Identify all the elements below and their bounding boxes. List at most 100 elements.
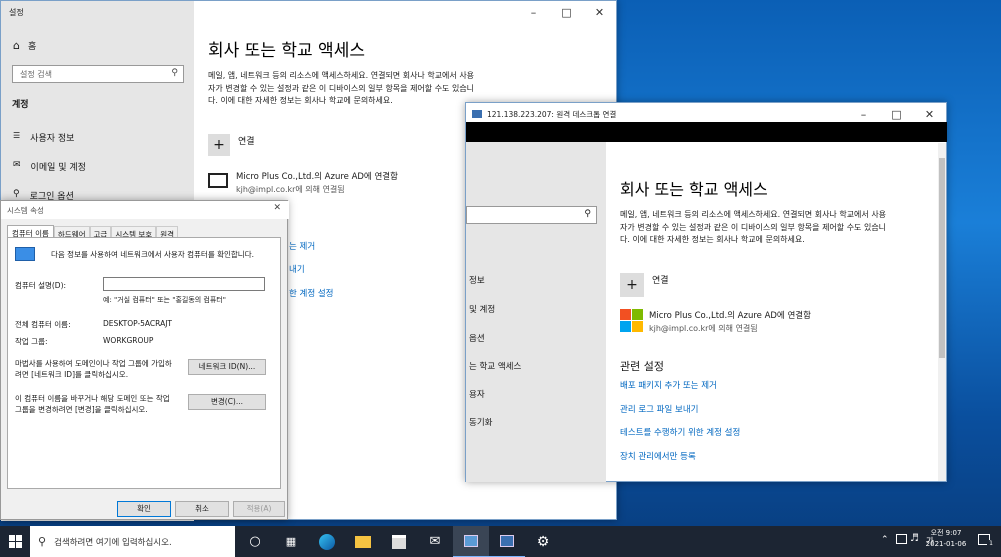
rdp-title: 121.138.223.207: 원격 데스크톱 연결: [487, 109, 617, 119]
sysprops-titlebar[interactable]: 시스템 속성: [1, 201, 289, 219]
change-text: 이 컴퓨터 이름을 바꾸거나 해당 도메인 또는 작업 그룹을 변경하려면 [변…: [15, 394, 170, 414]
cortana-icon[interactable]: ○: [237, 526, 273, 557]
remote-desktop-taskbar-icon[interactable]: [489, 526, 525, 557]
page-description: 메일, 앱, 네트워크 등의 리소스에 액세스하세요. 연결되면 회사나 학교에…: [208, 71, 475, 105]
rdp-nav-5[interactable]: 동기화: [469, 416, 492, 428]
computer-description-input[interactable]: [103, 277, 265, 291]
notification-count-badge: 1: [987, 540, 995, 548]
settings-search-input[interactable]: 설정 검색 ⚲: [12, 65, 184, 83]
windows-logo-icon: [8, 535, 22, 548]
account-sub: kjh@impl.co.kr에 의해 연결됨: [649, 324, 758, 333]
partial-link-test[interactable]: 한 계정 설정: [289, 287, 334, 299]
change-button[interactable]: 변경(C)...: [188, 394, 266, 410]
home-nav-item[interactable]: ⌂ 홈: [13, 39, 36, 52]
fullname-label: 전체 컴퓨터 이름:: [15, 320, 71, 329]
rdp-scrollbar[interactable]: [938, 143, 946, 481]
mail-icon: ✉: [13, 160, 21, 170]
home-label: 홈: [27, 42, 37, 52]
search-icon: ⚲: [171, 68, 178, 78]
intro-text: 다음 정보를 사용하여 네트워크에서 사용자 컴퓨터를 확인합니다.: [51, 250, 254, 259]
system-properties-dialog: 시스템 속성 ✕ 컴퓨터 이름 하드웨어 고급 시스템 보호 원격 다음 정보를…: [0, 200, 289, 520]
rdp-connect-button[interactable]: + 연결: [620, 273, 669, 297]
link-test-account[interactable]: 테스트를 수행하기 위한 계정 설정: [620, 426, 740, 438]
start-button[interactable]: [0, 526, 30, 557]
partial-link-remove[interactable]: 는 제거: [289, 240, 315, 252]
nav-item-email[interactable]: ✉ 이메일 및 계정: [13, 160, 86, 173]
workgroup-label: 작업 그룹:: [15, 337, 48, 346]
mail-icon[interactable]: ✉: [417, 526, 453, 557]
volume-icon[interactable]: ♬: [910, 533, 919, 544]
taskbar-search-placeholder: 검색하려면 여기에 입력하십시오.: [54, 537, 172, 548]
partial-link-send[interactable]: 내기: [289, 263, 305, 275]
apply-button[interactable]: 적용(A): [233, 501, 285, 517]
briefcase-icon: [208, 173, 228, 188]
plus-icon: +: [208, 134, 230, 156]
rdp-page-description: 메일, 앱, 네트워크 등의 리소스에 액세스하세요. 연결되면 회사나 학교에…: [620, 210, 887, 244]
scrollbar-thumb[interactable]: [939, 158, 945, 358]
fullname-value: DESKTOP-5ACRAJT: [103, 319, 172, 328]
example-text: 예: "거실 컴퓨터" 또는 "홍길동의 컴퓨터": [103, 296, 226, 304]
home-icon: ⌂: [13, 39, 20, 52]
connect-label: 연결: [238, 136, 255, 147]
nav-item-user-info[interactable]: ☰ 사용자 정보: [13, 131, 74, 144]
network-icon[interactable]: [896, 534, 907, 544]
connect-label: 연결: [652, 276, 669, 286]
page-title: 회사 또는 학교 액세스: [208, 41, 365, 61]
file-explorer-icon[interactable]: [345, 526, 381, 557]
clock[interactable]: 오전 9:07 2021-01-06: [924, 528, 968, 550]
system-properties-taskbar-icon[interactable]: [453, 525, 489, 557]
clock-time: 오전 9:07: [930, 529, 962, 537]
edge-icon[interactable]: [309, 526, 345, 557]
link-send-log[interactable]: 관리 로그 파일 보내기: [620, 403, 699, 415]
remote-desktop-window: 121.138.223.207: 원격 데스크톱 연결 – □ ✕ ⚲ 정보 및…: [465, 102, 947, 482]
rdp-black-bar: [466, 122, 947, 142]
rdp-nav-2[interactable]: 옵션: [469, 332, 485, 344]
close-button[interactable]: ✕: [273, 203, 281, 213]
task-view-icon[interactable]: ▦: [273, 526, 309, 557]
section-title: 계정: [12, 100, 29, 110]
rdp-search-input[interactable]: ⚲: [466, 206, 597, 224]
search-icon: ⚲: [584, 209, 591, 219]
clock-date: 2021-01-06: [925, 540, 967, 548]
related-settings-heading: 관련 설정: [620, 360, 664, 373]
nav-label: 사용자 정보: [30, 134, 75, 144]
cancel-button[interactable]: 취소: [175, 501, 229, 517]
taskbar: ⚲ 검색하려면 여기에 입력하십시오. ○ ▦ ✉ ⚙ ⌃ ♬ 가 오전 9:0…: [0, 525, 1001, 557]
network-id-text: 마법사를 사용하여 도메인이나 작업 그룹에 가입하려면 [네트워크 ID]를 …: [15, 359, 172, 379]
rdp-nav-3[interactable]: 는 학교 액세스: [469, 360, 521, 372]
settings-window-controls: – □ ✕: [517, 1, 616, 23]
close-button[interactable]: ✕: [583, 1, 616, 23]
taskbar-search-box[interactable]: ⚲ 검색하려면 여기에 입력하십시오.: [30, 526, 235, 557]
show-hidden-icons-icon[interactable]: ⌃: [881, 535, 889, 545]
account-name: Micro Plus Co.,Ltd.의 Azure AD에 연결함: [236, 172, 398, 182]
rdp-nav-1[interactable]: 및 계정: [469, 303, 495, 315]
network-id-button[interactable]: 네트워크 ID(N)...: [188, 359, 266, 375]
nav-label: 이메일 및 계정: [30, 163, 86, 173]
ok-button[interactable]: 확인: [117, 501, 171, 517]
rdp-nav-0[interactable]: 정보: [469, 274, 485, 286]
settings-gear-icon[interactable]: ⚙: [525, 526, 561, 557]
rdp-account-item[interactable]: Micro Plus Co.,Ltd.의 Azure AD에 연결함 kjh@i…: [620, 309, 811, 334]
store-icon[interactable]: [381, 526, 417, 557]
rdp-nav-4[interactable]: 용자: [469, 388, 485, 400]
sysprops-title: 시스템 속성: [7, 205, 44, 215]
maximize-button[interactable]: □: [550, 1, 583, 23]
account-sub: kjh@impl.co.kr에 의해 연결됨: [236, 185, 345, 194]
microsoft-logo-icon: [620, 309, 643, 332]
desc-label: 컴퓨터 설명(D):: [15, 281, 67, 290]
minimize-button[interactable]: –: [517, 1, 550, 23]
settings-title: 설정: [9, 7, 24, 17]
user-info-icon: ☰: [13, 131, 21, 140]
link-deploy-package[interactable]: 배포 패키지 추가 또는 제거: [620, 379, 717, 391]
search-icon: ⚲: [38, 535, 47, 548]
connect-button[interactable]: + 연결: [208, 134, 255, 156]
plus-icon: +: [620, 273, 644, 297]
rdp-page-title: 회사 또는 학교 액세스: [620, 180, 768, 199]
search-placeholder: 설정 검색: [20, 70, 52, 79]
account-name: Micro Plus Co.,Ltd.의 Azure AD에 연결함: [649, 311, 811, 321]
computer-icon: [15, 247, 35, 261]
rdp-icon: [472, 110, 482, 118]
link-device-management[interactable]: 장치 관리에서만 등록: [620, 450, 696, 462]
account-item[interactable]: Micro Plus Co.,Ltd.의 Azure AD에 연결함 kjh@i…: [208, 170, 398, 195]
workgroup-value: WORKGROUP: [103, 336, 154, 345]
